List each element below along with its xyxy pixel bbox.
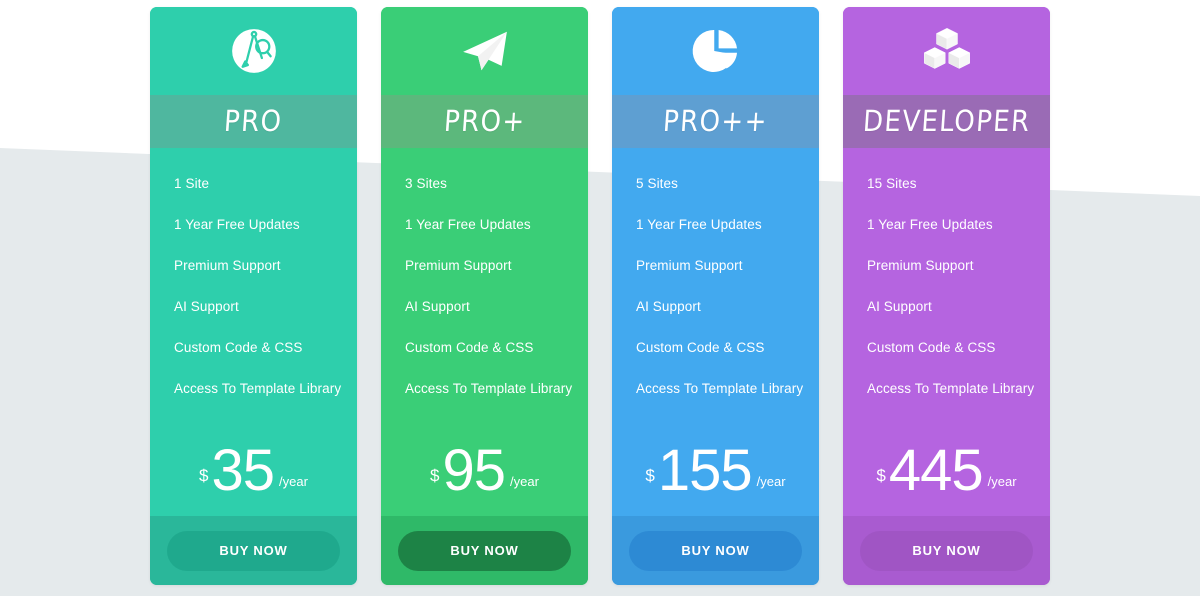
card-footer: BUY NOW — [612, 516, 819, 585]
price-currency: $ — [645, 466, 655, 485]
price-currency: $ — [199, 466, 209, 485]
plan-title: PRO+ — [442, 104, 527, 139]
feature-item: Access To Template Library — [174, 381, 342, 396]
feature-item: AI Support — [867, 299, 932, 314]
feature-item: Custom Code & CSS — [405, 340, 534, 355]
price-period: /year — [987, 474, 1017, 489]
feature-item: AI Support — [405, 299, 470, 314]
buy-now-button[interactable]: BUY NOW — [860, 530, 1033, 571]
feature-item: 1 Year Free Updates — [405, 217, 531, 232]
card-footer: BUY NOW — [843, 516, 1050, 585]
paper-plane-icon — [457, 23, 513, 79]
feature-item: 15 Sites — [867, 176, 917, 191]
feature-item: Premium Support — [636, 258, 743, 273]
price-period: /year — [279, 474, 308, 489]
pricing-card-pro-plus-plus: PRO++ 5 Sites 1 Year Free Updates Premium S… — [612, 7, 819, 585]
price-amount: 155 — [657, 438, 753, 503]
price-block: $95/year — [381, 438, 588, 516]
pricing-cards-row: PRO 1 Site 1 Year Free Updates Premium Supp… — [0, 0, 1200, 596]
feature-item: 1 Year Free Updates — [867, 217, 993, 232]
feature-item: Custom Code & CSS — [174, 340, 303, 355]
buy-now-button[interactable]: BUY NOW — [629, 530, 802, 571]
price-currency: $ — [430, 466, 440, 485]
feature-list: 5 Sites 1 Year Free Updates Premium Suppor… — [612, 148, 819, 444]
feature-list: 3 Sites 1 Year Free Updates Premium Suppor… — [381, 148, 588, 444]
feature-item: 1 Site — [174, 176, 210, 191]
card-title-band: PRO — [150, 95, 357, 148]
price-amount: 35 — [211, 438, 276, 503]
price-amount: 95 — [442, 438, 507, 503]
pricing-card-pro-plus: PRO+ 3 Sites 1 Year Free Updates Premium Su… — [381, 7, 588, 585]
pricing-table-page: PRO 1 Site 1 Year Free Updates Premium Supp… — [0, 0, 1200, 596]
buy-now-button[interactable]: BUY NOW — [398, 530, 571, 571]
price-currency: $ — [876, 466, 886, 485]
price-amount: 445 — [888, 438, 984, 503]
card-icon-zone — [843, 7, 1050, 95]
feature-item: Premium Support — [405, 258, 512, 273]
cubes-icon — [919, 23, 975, 79]
card-icon-zone — [381, 7, 588, 95]
feature-item: Premium Support — [867, 258, 974, 273]
card-title-band: PRO++ — [612, 95, 819, 148]
feature-item: Custom Code & CSS — [867, 340, 996, 355]
buy-now-button[interactable]: BUY NOW — [167, 530, 340, 571]
plan-title: DEVELOPER — [861, 104, 1032, 139]
price-block: $35/year — [150, 438, 357, 516]
feature-item: Access To Template Library — [867, 381, 1035, 396]
feature-item: 1 Year Free Updates — [636, 217, 762, 232]
price-period: /year — [756, 474, 786, 489]
card-icon-zone — [150, 7, 357, 95]
pricing-card-pro: PRO 1 Site 1 Year Free Updates Premium Supp… — [150, 7, 357, 585]
plan-title: PRO — [223, 104, 284, 139]
feature-list: 15 Sites 1 Year Free Updates Premium Suppo… — [843, 148, 1050, 444]
feature-item: Premium Support — [174, 258, 281, 273]
compass-divider-icon — [226, 23, 282, 79]
plan-title: PRO++ — [661, 104, 770, 139]
card-icon-zone — [612, 7, 819, 95]
feature-list: 1 Site 1 Year Free Updates Premium Support… — [150, 148, 357, 444]
feature-item: Access To Template Library — [405, 381, 573, 396]
price-block: $155/year — [612, 438, 819, 516]
feature-item: 5 Sites — [636, 176, 678, 191]
pricing-card-developer: DEVELOPER 15 Sites 1 Year Free Updates Prem… — [843, 7, 1050, 585]
feature-item: AI Support — [174, 299, 239, 314]
feature-item: Access To Template Library — [636, 381, 804, 396]
feature-item: AI Support — [636, 299, 701, 314]
card-footer: BUY NOW — [381, 516, 588, 585]
card-title-band: DEVELOPER — [843, 95, 1050, 148]
price-block: $445/year — [843, 438, 1050, 516]
feature-item: 1 Year Free Updates — [174, 217, 300, 232]
price-period: /year — [510, 474, 539, 489]
card-title-band: PRO+ — [381, 95, 588, 148]
card-footer: BUY NOW — [150, 516, 357, 585]
feature-item: 3 Sites — [405, 176, 447, 191]
feature-item: Custom Code & CSS — [636, 340, 765, 355]
pie-chart-icon — [688, 23, 744, 79]
